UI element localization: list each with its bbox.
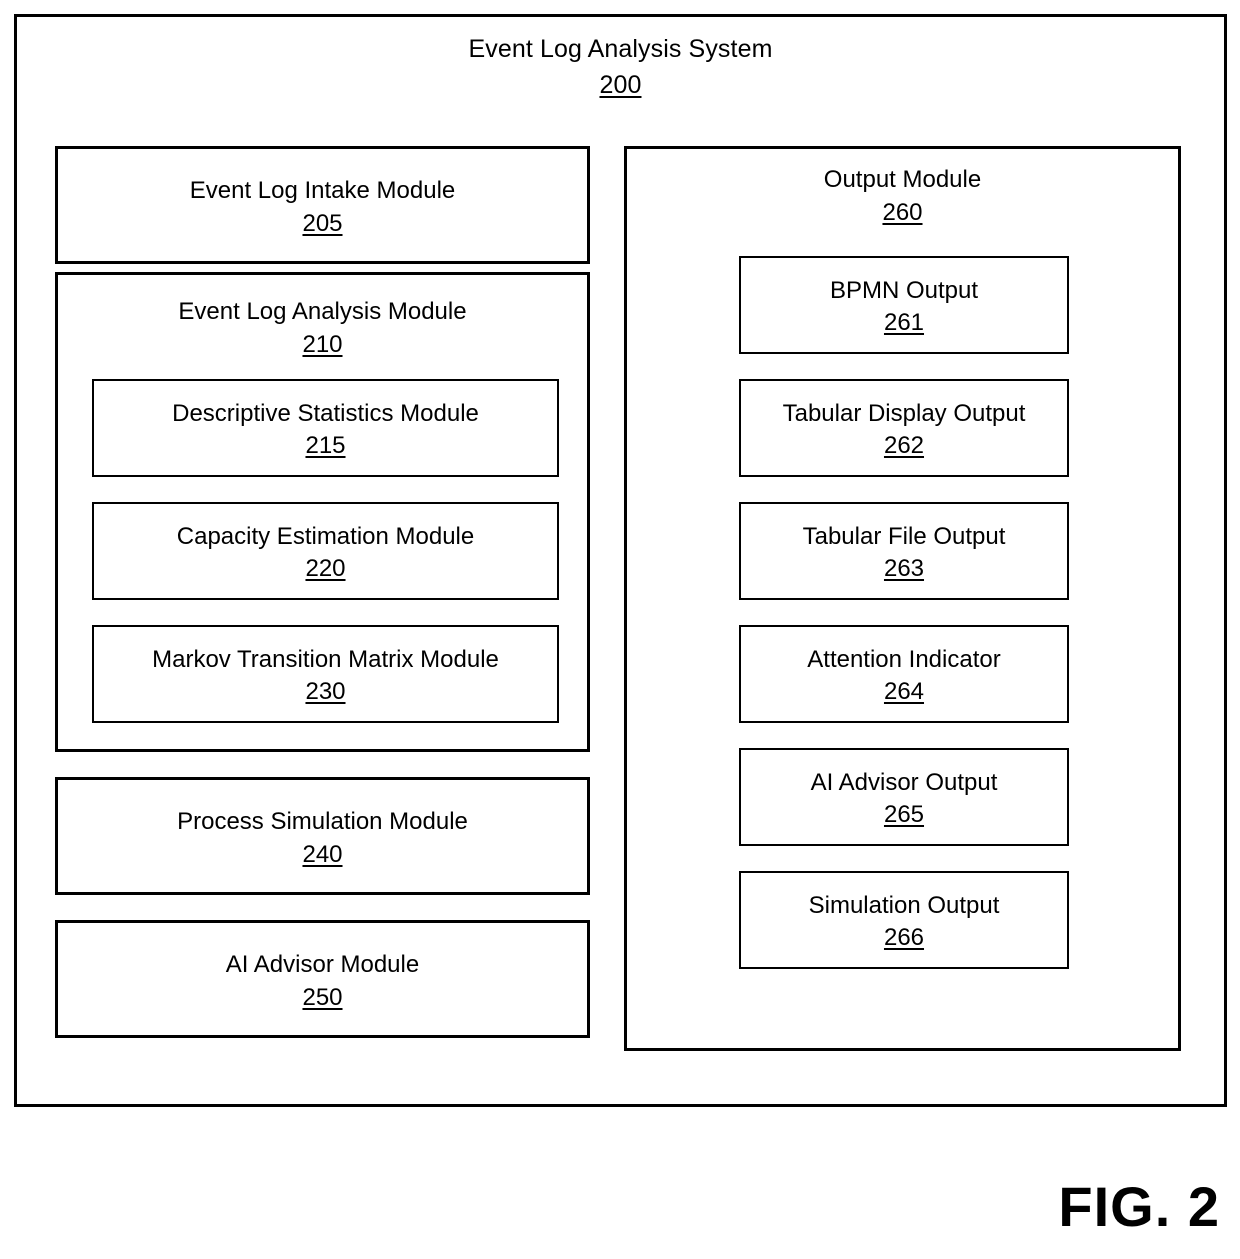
system-title-label: Event Log Analysis System xyxy=(468,35,773,63)
process-simulation-module-ref: 240 xyxy=(302,841,343,868)
output-module-ref: 260 xyxy=(882,199,923,226)
event-log-analysis-system-frame: Event Log Analysis System 200 Event Log … xyxy=(14,14,1227,1107)
simulation-output-label: Simulation Output xyxy=(808,892,1000,919)
system-title: Event Log Analysis System 200 xyxy=(17,31,1224,103)
capacity-estimation-module-box: Capacity Estimation Module 220 xyxy=(92,502,559,600)
tabular-display-output-label: Tabular Display Output xyxy=(782,400,1026,427)
process-simulation-module-box: Process Simulation Module 240 xyxy=(55,777,590,895)
ai-advisor-module-label: AI Advisor Module xyxy=(225,951,420,978)
attention-indicator-ref: 264 xyxy=(883,678,925,705)
bpmn-output-label: BPMN Output xyxy=(829,277,979,304)
output-module-label: Output Module xyxy=(823,166,982,193)
figure-caption: FIG. 2 xyxy=(1058,1175,1220,1238)
event-log-analysis-module-ref: 210 xyxy=(302,331,343,358)
event-log-intake-module-ref: 205 xyxy=(302,210,343,237)
output-item-list: BPMN Output 261 Tabular Display Output 2… xyxy=(739,256,1069,969)
left-column: Event Log Intake Module 205 Event Log An… xyxy=(55,146,590,1038)
process-simulation-module-label: Process Simulation Module xyxy=(177,808,468,835)
attention-indicator-label: Attention Indicator xyxy=(807,646,1001,673)
output-module-box: Output Module 260 BPMN Output 261 Tabula… xyxy=(624,146,1181,1051)
bpmn-output-box: BPMN Output 261 xyxy=(739,256,1069,354)
markov-transition-matrix-module-ref: 230 xyxy=(305,678,346,705)
simulation-output-ref: 266 xyxy=(883,924,925,951)
tabular-display-output-ref: 262 xyxy=(883,432,925,459)
simulation-output-box: Simulation Output 266 xyxy=(739,871,1069,969)
tabular-file-output-ref: 263 xyxy=(883,555,925,582)
system-reference-number: 200 xyxy=(599,71,642,99)
capacity-estimation-module-label: Capacity Estimation Module xyxy=(176,523,475,550)
bpmn-output-ref: 261 xyxy=(883,309,925,336)
descriptive-statistics-module-label: Descriptive Statistics Module xyxy=(172,400,479,427)
tabular-file-output-box: Tabular File Output 263 xyxy=(739,502,1069,600)
markov-transition-matrix-module-label: Markov Transition Matrix Module xyxy=(152,646,499,673)
tabular-file-output-label: Tabular File Output xyxy=(802,523,1006,550)
descriptive-statistics-module-box: Descriptive Statistics Module 215 xyxy=(92,379,559,477)
event-log-analysis-module-label: Event Log Analysis Module xyxy=(178,298,467,325)
descriptive-statistics-module-ref: 215 xyxy=(305,432,346,459)
attention-indicator-box: Attention Indicator 264 xyxy=(739,625,1069,723)
event-log-intake-module-label: Event Log Intake Module xyxy=(189,177,456,204)
capacity-estimation-module-ref: 220 xyxy=(305,555,346,582)
ai-advisor-output-box: AI Advisor Output 265 xyxy=(739,748,1069,846)
analysis-submodule-list: Descriptive Statistics Module 215 Capaci… xyxy=(92,379,559,723)
tabular-display-output-box: Tabular Display Output 262 xyxy=(739,379,1069,477)
ai-advisor-output-label: AI Advisor Output xyxy=(810,769,998,796)
event-log-analysis-module-box: Event Log Analysis Module 210 Descriptiv… xyxy=(55,272,590,752)
ai-advisor-output-ref: 265 xyxy=(883,801,925,828)
ai-advisor-module-ref: 250 xyxy=(302,984,343,1011)
right-column: Output Module 260 BPMN Output 261 Tabula… xyxy=(624,146,1181,1051)
markov-transition-matrix-module-box: Markov Transition Matrix Module 230 xyxy=(92,625,559,723)
event-log-intake-module-box: Event Log Intake Module 205 xyxy=(55,146,590,264)
ai-advisor-module-box: AI Advisor Module 250 xyxy=(55,920,590,1038)
